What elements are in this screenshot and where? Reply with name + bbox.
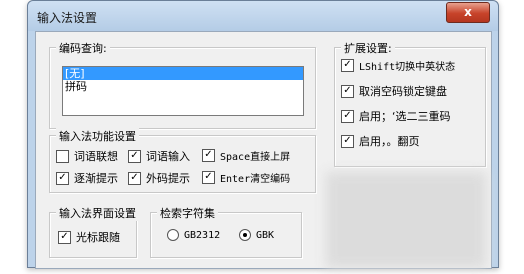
code-hint-checkbox[interactable]: ✓ 外码提示 <box>128 170 190 186</box>
checkbox-box: ✓ <box>341 84 354 98</box>
close-icon: x <box>464 5 472 19</box>
radio-circle <box>239 229 251 241</box>
gbk-radio[interactable]: GBK <box>239 229 274 241</box>
checkbox-label: 外码提示 <box>146 172 190 185</box>
enter-clear-checkbox[interactable]: ✓ Enter清空编码 <box>202 170 290 185</box>
cursor-follow-checkbox[interactable]: ✓ 光标跟随 <box>58 229 120 245</box>
code-query-listbox[interactable]: [无] 拼码 <box>62 66 304 116</box>
checkbox-box: ✓ <box>128 149 141 163</box>
gb2312-radio[interactable]: GB2312 <box>167 229 220 241</box>
checkbox-label: 取消空码锁定键盘 <box>359 85 447 98</box>
extended-settings-group: 扩展设置: ✓ LShift切换中英状态 ✓ 取消空码锁定键盘 ✓ 启用；‘选二… <box>334 40 486 167</box>
checkbox-box: ✓ <box>202 149 215 162</box>
code-query-group: 编码查询: [无] 拼码 <box>49 40 316 129</box>
checkbox-box <box>56 149 69 163</box>
checkbox-label: 光标跟随 <box>76 231 120 244</box>
checkbox-box: ✓ <box>56 171 69 185</box>
window-title: 输入法设置 <box>37 11 98 25</box>
checkbox-label: Enter清空编码 <box>220 174 291 185</box>
dialog-client-area: 编码查询: [无] 拼码 扩展设置: ✓ LShift切换中英状态 ✓ 取消空码… <box>35 31 492 269</box>
ime-interface-label: 输入法界面设置 <box>56 205 139 221</box>
space-commit-checkbox[interactable]: ✓ Space直接上屏 <box>202 148 290 163</box>
list-item[interactable]: [无] <box>63 67 303 80</box>
cancel-empty-lock-checkbox[interactable]: ✓ 取消空码锁定键盘 <box>341 83 447 99</box>
checkbox-box: ✓ <box>202 171 215 184</box>
title-bar[interactable]: 输入法设置 x <box>28 1 498 31</box>
close-button[interactable]: x <box>446 2 490 23</box>
select-dup-code-checkbox[interactable]: ✓ 启用；‘选二三重码 <box>341 108 451 124</box>
radio-label: GBK <box>256 229 275 241</box>
checkbox-box: ✓ <box>58 230 71 244</box>
checkbox-label: 词语联想 <box>74 150 118 163</box>
checkbox-box: ✓ <box>341 59 354 72</box>
checkbox-label: 逐渐提示 <box>74 172 118 185</box>
radio-label: GB2312 <box>184 229 221 241</box>
checkbox-label: Space直接上屏 <box>220 152 291 163</box>
charset-label: 检索字符集 <box>157 205 218 221</box>
page-turn-checkbox[interactable]: ✓ 启用，。翻页 <box>341 133 420 149</box>
checkbox-label: 词语输入 <box>146 150 190 163</box>
ime-interface-group: 输入法界面设置 ✓ 光标跟随 <box>49 205 139 258</box>
charset-group: 检索字符集 GB2312 GBK <box>150 205 302 258</box>
ime-functions-group: 输入法功能设置 词语联想 ✓ 词语输入 ✓ Space直接上屏 ✓ 逐渐提示 ✓… <box>49 128 316 193</box>
list-item[interactable]: 拼码 <box>63 80 303 93</box>
code-query-label: 编码查询: <box>56 40 110 56</box>
checkbox-box: ✓ <box>341 109 354 123</box>
progressive-hint-checkbox[interactable]: ✓ 逐渐提示 <box>56 170 118 186</box>
obscured-region <box>326 172 486 268</box>
radio-circle <box>167 229 179 241</box>
checkbox-label: LShift切换中英状态 <box>359 62 456 73</box>
checkbox-box: ✓ <box>341 134 354 148</box>
word-association-checkbox[interactable]: 词语联想 <box>56 148 118 164</box>
checkbox-label: 启用，。翻页 <box>359 135 420 148</box>
word-input-checkbox[interactable]: ✓ 词语输入 <box>128 148 190 164</box>
checkbox-box: ✓ <box>128 171 141 185</box>
lshift-toggle-checkbox[interactable]: ✓ LShift切换中英状态 <box>341 58 455 73</box>
checkbox-label: 启用；‘选二三重码 <box>359 110 451 123</box>
ime-functions-label: 输入法功能设置 <box>56 128 139 144</box>
settings-window: 输入法设置 x 编码查询: [无] 拼码 扩展设置: ✓ LShift切换中英状… <box>27 0 499 269</box>
extended-settings-label: 扩展设置: <box>341 40 395 56</box>
